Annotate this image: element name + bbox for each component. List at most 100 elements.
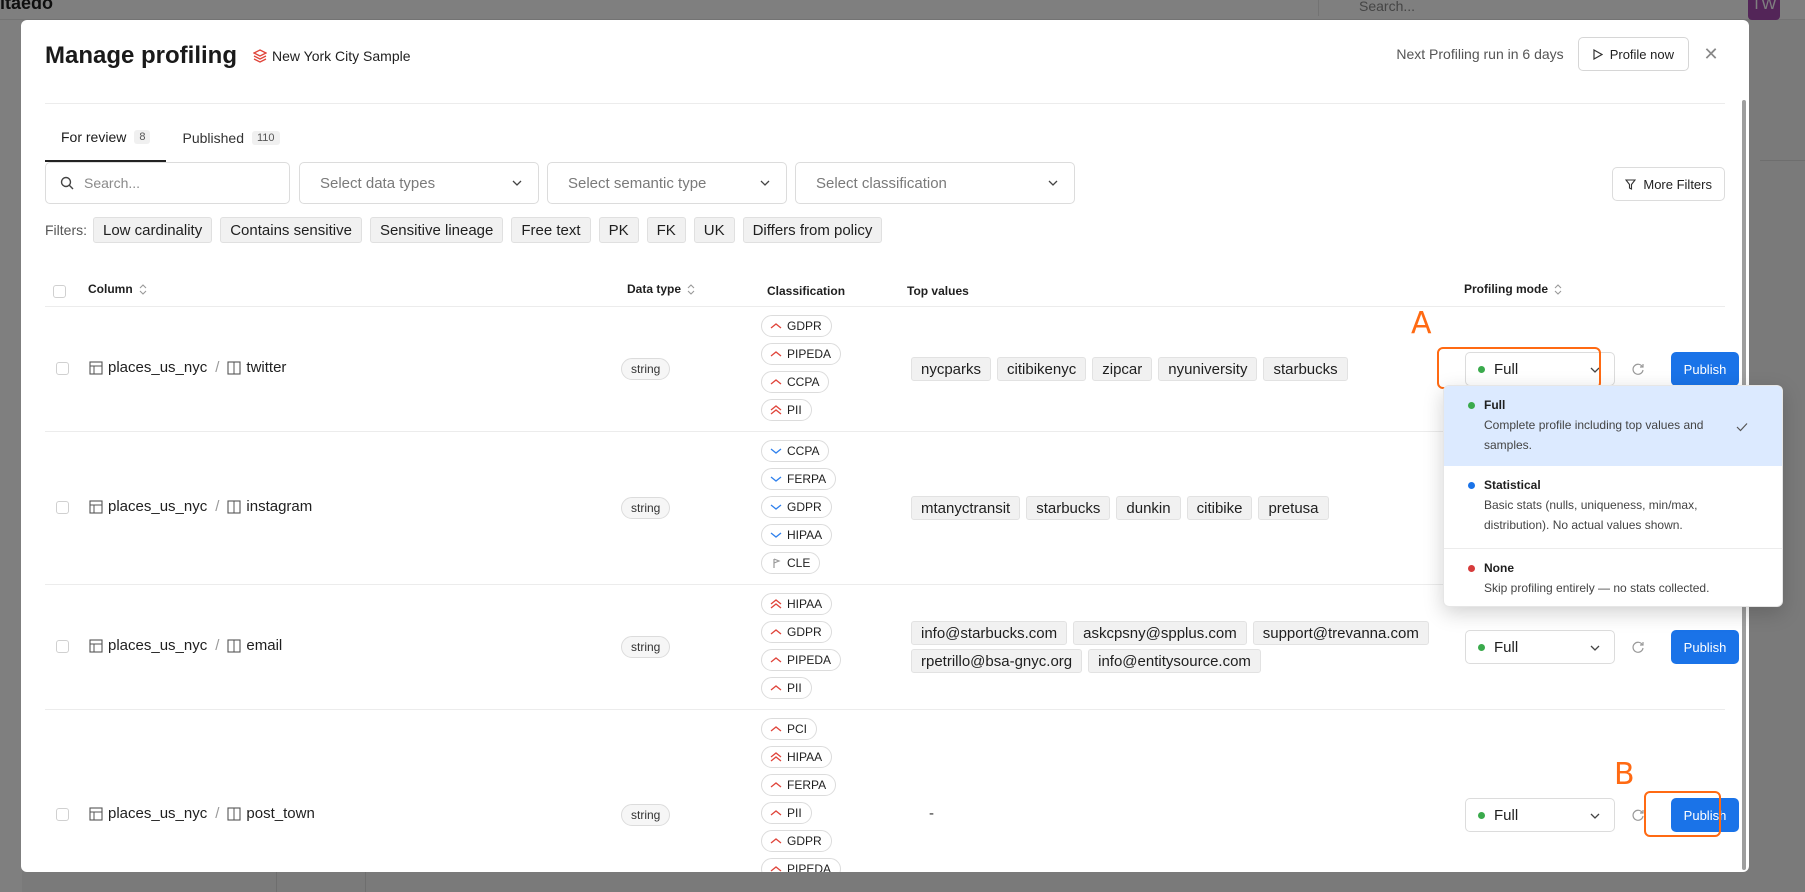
refresh-icon[interactable] (1631, 640, 1645, 654)
filter-chip[interactable]: PK (598, 217, 639, 243)
semantic-type-placeholder: Select semantic type (568, 174, 707, 192)
column-path[interactable]: places_us_nyc / twitter (89, 359, 286, 376)
classification-tag[interactable]: GDPR (761, 830, 832, 852)
filter-chip[interactable]: FK (646, 217, 686, 243)
filter-chip[interactable]: UK (693, 217, 735, 243)
row-checkbox[interactable] (56, 501, 69, 514)
chevron-down-icon (1590, 813, 1600, 819)
tag-label: PIPEDA (787, 862, 832, 872)
row-checkbox[interactable] (56, 640, 69, 653)
profile-now-button[interactable]: Profile now (1577, 37, 1689, 71)
classification-tag[interactable]: GDPR (761, 496, 832, 518)
tab-label: For review (61, 129, 127, 145)
tag-label: HIPAA (787, 528, 823, 542)
filter-chip[interactable]: Free text (511, 217, 591, 243)
sort-icon (1554, 283, 1562, 295)
classification-tag[interactable]: GDPR (761, 621, 832, 643)
review-tabs: For review 8 Published 110 (45, 114, 296, 162)
status-dot (1468, 481, 1475, 489)
annotation-box-a (1437, 347, 1601, 389)
refresh-icon[interactable] (1631, 808, 1645, 822)
database-label[interactable]: New York City Sample (253, 48, 411, 64)
risk-up-icon (770, 866, 782, 872)
more-filters-button[interactable]: More Filters (1612, 167, 1725, 201)
option-statistical[interactable]: Statistical Basic stats (nulls, uniquene… (1444, 466, 1782, 548)
close-icon[interactable]: ✕ (1701, 44, 1721, 64)
row-checkbox[interactable] (56, 808, 69, 821)
classification-tag[interactable]: FERPA (761, 468, 837, 490)
profiling-mode-select[interactable]: Full (1465, 798, 1615, 832)
top-value-chip: citibike (1186, 496, 1253, 520)
classification-tag[interactable]: PII (761, 802, 812, 824)
tag-label: PIPEDA (787, 347, 832, 361)
classification-tag[interactable]: PII (761, 399, 812, 421)
classification-tag[interactable]: PIPEDA (761, 649, 842, 671)
database-icon (253, 49, 267, 63)
filter-toolbar: Search... Select data types Select seman… (45, 162, 1725, 204)
classification-tag[interactable]: CLE (761, 552, 821, 574)
profiling-mode-header[interactable]: Profiling mode (1464, 282, 1562, 296)
table-icon (89, 360, 103, 375)
risk-up-icon (770, 838, 782, 844)
classification-select[interactable]: Select classification (795, 162, 1075, 204)
top-value-chip: nycparks (911, 357, 992, 381)
page-title: Manage profiling (45, 42, 237, 69)
classification-tag[interactable]: GDPR (761, 315, 832, 337)
tag-label: CCPA (787, 444, 820, 458)
table-header: Column Data type Classification Top valu… (45, 272, 1725, 310)
top-value-chip: starbucks (1026, 496, 1111, 520)
header-actions: Next Profiling run in 6 days Profile now (1396, 37, 1689, 71)
column-name: instagram (246, 498, 313, 515)
sort-icon (139, 283, 147, 295)
filter-chip[interactable]: Differs from policy (742, 217, 883, 243)
classification-tag[interactable]: HIPAA (761, 593, 833, 615)
classification-tag[interactable]: PIPEDA (761, 858, 842, 872)
classification-tag[interactable]: HIPAA (761, 746, 833, 768)
tag-label: GDPR (787, 319, 822, 333)
data-type-badge: string (621, 497, 671, 519)
column-header-label: Column (88, 282, 133, 296)
classification-tag[interactable]: PII (761, 677, 812, 699)
classification-tag[interactable]: HIPAA (761, 524, 833, 546)
select-all-checkbox[interactable] (53, 285, 66, 298)
classification-tag[interactable]: CCPA (761, 371, 830, 393)
filter-chip[interactable]: Sensitive lineage (369, 217, 504, 243)
table-name: places_us_nyc (108, 359, 208, 376)
status-dot (1478, 811, 1485, 819)
play-icon (1593, 48, 1603, 60)
filter-chip[interactable]: Contains sensitive (220, 217, 362, 243)
tab-published[interactable]: Published 110 (166, 114, 295, 162)
risk-up-icon (770, 685, 782, 691)
row-checkbox[interactable] (56, 362, 69, 375)
top-values: info@starbucks.com askcpsny@spplus.com s… (911, 621, 1451, 677)
profiling-mode-select[interactable]: Full (1465, 630, 1615, 664)
tag-label: PII (787, 806, 802, 820)
risk-up-icon (770, 379, 782, 385)
column-path[interactable]: places_us_nyc / post_town (89, 805, 315, 822)
publish-button[interactable]: Publish (1671, 352, 1739, 386)
search-input[interactable]: Search... (45, 162, 290, 204)
tab-count-badge: 8 (134, 130, 151, 144)
refresh-icon[interactable] (1631, 362, 1645, 376)
option-full[interactable]: Full Complete profile including top valu… (1444, 386, 1782, 466)
option-none[interactable]: None Skip profiling entirely — no stats … (1444, 549, 1782, 606)
filter-chip[interactable]: Low cardinality (93, 217, 213, 243)
profiling-mode-dropdown: Full Complete profile including top valu… (1443, 385, 1783, 607)
classification-tags: CCPA FERPA GDPR HIPAA CLE (761, 440, 837, 580)
semantic-type-select[interactable]: Select semantic type (547, 162, 787, 204)
column-path[interactable]: places_us_nyc / instagram (89, 498, 312, 515)
data-type-header[interactable]: Data type (627, 282, 695, 296)
classification-tag[interactable]: PIPEDA (761, 343, 842, 365)
column-icon (227, 499, 241, 514)
publish-button[interactable]: Publish (1671, 630, 1739, 664)
tab-for-review[interactable]: For review 8 (45, 114, 167, 162)
option-title: Statistical (1484, 478, 1541, 492)
classification-tag[interactable]: PCI (761, 718, 818, 740)
tag-label: PCI (787, 722, 808, 736)
data-types-select[interactable]: Select data types (299, 162, 539, 204)
column-header[interactable]: Column (88, 282, 147, 296)
annotation-label-a: A (1411, 306, 1432, 341)
classification-tag[interactable]: FERPA (761, 774, 837, 796)
classification-tag[interactable]: CCPA (761, 440, 830, 462)
column-path[interactable]: places_us_nyc / email (89, 637, 282, 654)
